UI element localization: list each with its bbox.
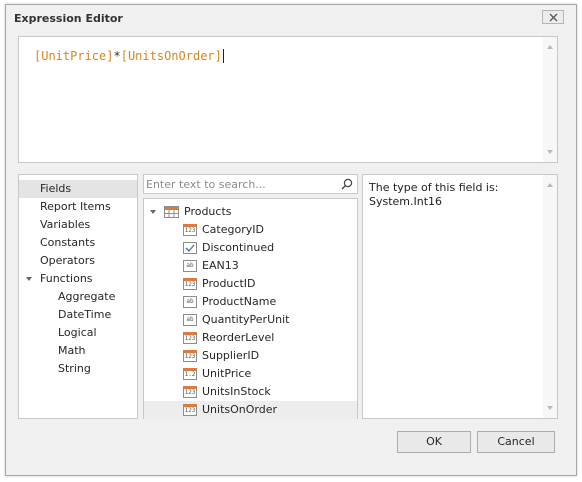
window-title: Expression Editor <box>14 12 123 25</box>
expression-operator: * <box>113 49 121 63</box>
category-label: Math <box>58 344 86 357</box>
tree-field-item[interactable]: 123 UnitsOnOrder <box>144 401 357 419</box>
field-label: CategoryID <box>202 223 264 236</box>
field-label: UnitPrice <box>202 367 252 380</box>
field-label: QuantityPerUnit <box>202 313 290 326</box>
field-label: ProductName <box>202 295 277 308</box>
description-scrollbar[interactable] <box>543 175 557 418</box>
scroll-down-icon[interactable] <box>547 150 553 154</box>
boolean-field-icon <box>183 242 197 254</box>
category-item-logical[interactable]: Logical <box>19 324 137 342</box>
tree-field-item[interactable]: 123 ReorderLevel <box>144 329 357 347</box>
category-item-fields[interactable]: Fields <box>19 180 137 198</box>
category-item-math[interactable]: Math <box>19 342 137 360</box>
string-field-icon: ab <box>183 314 197 326</box>
category-item-report-items[interactable]: Report Items <box>19 198 137 216</box>
category-label: Variables <box>40 218 91 231</box>
close-button[interactable] <box>542 10 564 24</box>
category-list: Fields Report Items Variables Constants … <box>18 174 138 419</box>
numeric-field-icon: 123 <box>183 224 197 236</box>
tree-field-item[interactable]: 123 UnitsInStock <box>144 383 357 401</box>
tree-field-item[interactable]: Discontinued <box>144 239 357 257</box>
field-label: SupplierID <box>202 349 260 362</box>
tree-field-item[interactable]: 123 SupplierID <box>144 347 357 365</box>
numeric-field-icon: 123 <box>183 278 197 290</box>
collapse-arrow-icon[interactable] <box>150 210 156 214</box>
table-icon <box>164 206 179 218</box>
editor-scrollbar[interactable] <box>543 37 557 162</box>
search-box <box>143 174 358 194</box>
string-field-icon: ab <box>183 260 197 272</box>
description-type: System.Int16 <box>369 195 443 208</box>
category-item-constants[interactable]: Constants <box>19 234 137 252</box>
expand-arrow-icon[interactable] <box>26 277 32 281</box>
title-bar[interactable]: Expression Editor <box>6 5 576 33</box>
category-item-functions[interactable]: Functions <box>19 270 137 288</box>
category-item-variables[interactable]: Variables <box>19 216 137 234</box>
numeric-field-icon: 123 <box>183 386 197 398</box>
string-field-icon: ab <box>183 296 197 308</box>
description-text: The type of this field is: System.Int16 <box>369 181 539 209</box>
category-label: DateTime <box>58 308 112 321</box>
expression-field-token: [UnitPrice] <box>34 49 114 63</box>
category-label: Logical <box>58 326 97 339</box>
description-panel: The type of this field is: System.Int16 <box>362 174 558 419</box>
text-caret <box>222 49 224 63</box>
search-input[interactable] <box>146 176 336 192</box>
field-label: EAN13 <box>202 259 239 272</box>
category-item-aggregate[interactable]: Aggregate <box>19 288 137 306</box>
category-item-operators[interactable]: Operators <box>19 252 137 270</box>
splitter-grip[interactable] <box>279 167 293 177</box>
category-label: Aggregate <box>58 290 116 303</box>
tree-field-item[interactable]: 123 CategoryID <box>144 221 357 239</box>
expression-text-editor[interactable]: [UnitPrice]*[UnitsOnOrder] <box>18 36 558 163</box>
tree-field-item[interactable]: ab EAN13 <box>144 257 357 275</box>
tree-node-label: Products <box>184 205 232 218</box>
numeric-field-icon: 123 <box>183 332 197 344</box>
field-label: ReorderLevel <box>202 331 275 344</box>
field-label: UnitsInStock <box>202 385 271 398</box>
scroll-down-icon[interactable] <box>547 406 553 410</box>
category-label: Fields <box>40 182 72 195</box>
category-label: Constants <box>40 236 96 249</box>
close-icon <box>549 13 558 22</box>
cancel-button[interactable]: Cancel <box>477 431 555 453</box>
tree-node-products[interactable]: Products <box>144 203 357 221</box>
expression-field-token: [UnitsOnOrder] <box>120 49 222 63</box>
category-item-datetime[interactable]: DateTime <box>19 306 137 324</box>
numeric-field-icon: 123 <box>183 404 197 416</box>
category-label: Operators <box>40 254 95 267</box>
category-label: Report Items <box>40 200 111 213</box>
category-label: String <box>58 362 91 375</box>
tree-field-item[interactable]: 123 ProductID <box>144 275 357 293</box>
ok-button[interactable]: OK <box>397 431 471 453</box>
description-line: The type of this field is: <box>369 181 499 194</box>
expression-text: [UnitPrice]*[UnitsOnOrder] <box>34 49 224 63</box>
category-item-string[interactable]: String <box>19 360 137 378</box>
field-tree: Products 123 CategoryID Discontinued ab … <box>143 198 358 419</box>
decimal-field-icon: 1.2 <box>183 368 197 380</box>
tree-field-item[interactable]: ab QuantityPerUnit <box>144 311 357 329</box>
numeric-field-icon: 123 <box>183 350 197 362</box>
category-label: Functions <box>40 272 93 285</box>
tree-field-item[interactable]: ab ProductName <box>144 293 357 311</box>
field-label: ProductID <box>202 277 256 290</box>
search-icon[interactable] <box>341 178 353 190</box>
field-label: Discontinued <box>202 241 275 254</box>
scroll-up-icon[interactable] <box>547 45 553 49</box>
scroll-up-icon[interactable] <box>547 183 553 187</box>
tree-field-item[interactable]: 1.2 UnitPrice <box>144 365 357 383</box>
field-label: UnitsOnOrder <box>202 403 278 416</box>
